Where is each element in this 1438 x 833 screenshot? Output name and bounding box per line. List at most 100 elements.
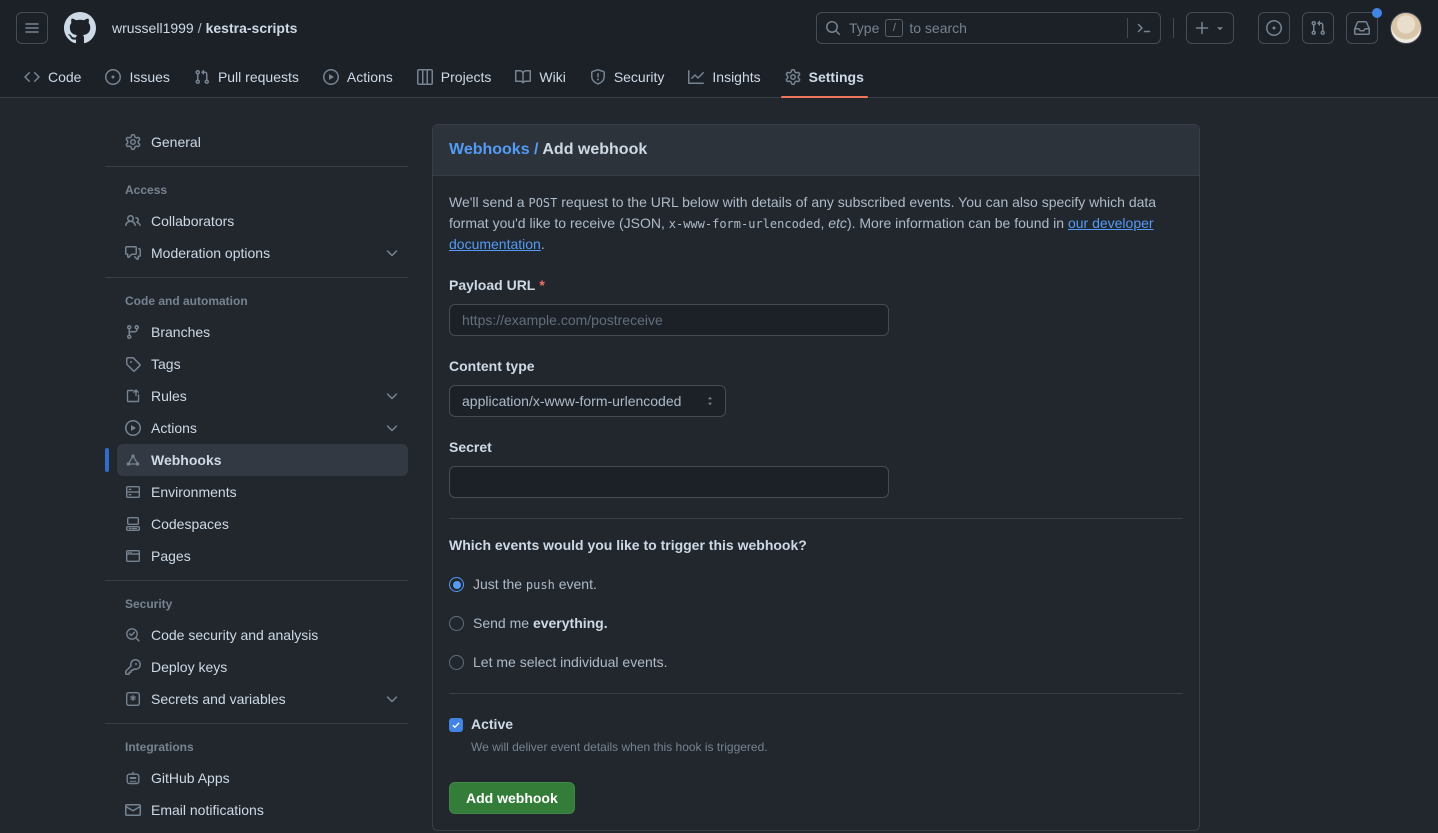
form-divider: [449, 693, 1183, 694]
card-title: Add webhook: [542, 141, 647, 158]
tab-projects[interactable]: Projects: [409, 56, 500, 97]
codescan-icon: [125, 627, 141, 643]
sidebar-item-label: Actions: [151, 420, 197, 436]
app-header: wrussell1999/kestra-scripts Type / to se…: [0, 0, 1438, 98]
global-search-input[interactable]: Type / to search: [816, 12, 1161, 44]
sidebar-item-tags[interactable]: Tags: [117, 348, 408, 380]
inline-code-push: push: [526, 578, 555, 592]
content-type-select[interactable]: application/x-www-form-urlencoded: [449, 385, 726, 417]
tab-code[interactable]: Code: [16, 56, 89, 97]
tab-insights[interactable]: Insights: [680, 56, 768, 97]
breadcrumb-owner-link[interactable]: wrussell1999: [112, 20, 194, 36]
tag-icon: [125, 356, 141, 372]
sidebar-item-actions[interactable]: Actions: [117, 412, 408, 444]
radio-send-everything[interactable]: Send me everything.: [449, 613, 1183, 634]
radio-button-checked[interactable]: [449, 577, 464, 592]
sidebar-item-environments[interactable]: Environments: [117, 476, 408, 508]
sidebar-item-pages[interactable]: Pages: [117, 540, 408, 572]
tab-label: Settings: [809, 69, 864, 85]
radio-individual-events[interactable]: Let me select individual events.: [449, 652, 1183, 673]
tab-wiki[interactable]: Wiki: [507, 56, 573, 97]
play-icon: [125, 420, 141, 436]
sidebar-item-label: GitHub Apps: [151, 770, 230, 786]
sidebar-item-email-notifications[interactable]: Email notifications: [117, 794, 408, 826]
chevron-down-icon: [384, 420, 400, 436]
hubot-icon: [125, 770, 141, 786]
radio-just-push[interactable]: Just the push event.: [449, 574, 1183, 595]
topbar-divider: [1173, 18, 1174, 38]
tab-settings[interactable]: Settings: [777, 56, 872, 97]
server-icon: [125, 484, 141, 500]
payload-url-input[interactable]: [449, 304, 889, 336]
radio-button[interactable]: [449, 655, 464, 670]
issue-opened-icon: [105, 69, 121, 85]
tab-label: Security: [614, 69, 665, 85]
global-topbar: wrussell1999/kestra-scripts Type / to se…: [0, 0, 1438, 56]
sidebar-item-codespaces[interactable]: Codespaces: [117, 508, 408, 540]
add-webhook-button[interactable]: Add webhook: [449, 782, 575, 814]
git-pull-request-icon: [1310, 20, 1326, 36]
issue-opened-icon: [1266, 20, 1282, 36]
active-checkbox[interactable]: [449, 718, 463, 732]
book-icon: [515, 69, 531, 85]
secret-label: Secret: [449, 437, 1183, 458]
gear-icon: [785, 69, 801, 85]
add-webhook-card: Webhooks / Add webhook We'll send a POST…: [432, 124, 1200, 831]
inbox-icon: [1354, 20, 1370, 36]
tab-label: Issues: [129, 69, 169, 85]
sidebar-item-github-apps[interactable]: GitHub Apps: [117, 762, 408, 794]
code-icon: [24, 69, 40, 85]
sidebar-item-general[interactable]: General: [117, 126, 408, 158]
secret-input[interactable]: [449, 466, 889, 498]
git-branch-icon: [125, 324, 141, 340]
breadcrumb: wrussell1999/kestra-scripts: [112, 20, 297, 36]
webhooks-breadcrumb-link[interactable]: Webhooks /: [449, 141, 542, 158]
github-logo[interactable]: [64, 12, 96, 44]
tab-pull-requests[interactable]: Pull requests: [186, 56, 307, 97]
tab-security[interactable]: Security: [582, 56, 673, 97]
github-mark-icon: [64, 12, 96, 44]
sidebar-item-moderation-options[interactable]: Moderation options: [117, 237, 408, 269]
tab-label: Code: [48, 69, 81, 85]
tab-label: Wiki: [539, 69, 565, 85]
sidebar-item-secrets-variables[interactable]: Secrets and variables: [117, 683, 408, 715]
settings-sidebar: General Access Collaborators Moderation …: [105, 124, 408, 826]
sidebar-item-label: Code security and analysis: [151, 627, 318, 643]
user-avatar[interactable]: [1390, 12, 1422, 44]
sidebar-item-deploy-keys[interactable]: Deploy keys: [117, 651, 408, 683]
sidebar-item-rules[interactable]: Rules: [117, 380, 408, 412]
sidebar-item-code-security[interactable]: Code security and analysis: [117, 619, 408, 651]
sidebar-item-label: Deploy keys: [151, 659, 227, 675]
pull-requests-dashboard-button[interactable]: [1302, 12, 1334, 44]
people-icon: [125, 213, 141, 229]
tab-issues[interactable]: Issues: [97, 56, 177, 97]
sidebar-item-label: Codespaces: [151, 516, 229, 532]
unread-notification-dot: [1372, 8, 1382, 18]
issues-dashboard-button[interactable]: [1258, 12, 1290, 44]
sidebar-item-collaborators[interactable]: Collaborators: [117, 205, 408, 237]
global-menu-button[interactable]: [16, 12, 48, 44]
create-new-button[interactable]: [1186, 12, 1234, 44]
graph-icon: [688, 69, 704, 85]
sidebar-item-branches[interactable]: Branches: [117, 316, 408, 348]
tab-actions[interactable]: Actions: [315, 56, 401, 97]
required-asterisk: *: [539, 275, 544, 296]
tab-label: Pull requests: [218, 69, 299, 85]
content-type-selected-value: application/x-www-form-urlencoded: [462, 391, 681, 412]
sidebar-divider: [105, 277, 408, 278]
browser-icon: [125, 548, 141, 564]
italic-etc: etc: [828, 215, 847, 231]
chevron-down-icon: [384, 691, 400, 707]
asterisk-box-icon: [125, 691, 141, 707]
radio-button[interactable]: [449, 616, 464, 631]
caret-down-icon: [1214, 22, 1226, 34]
tab-label: Insights: [712, 69, 760, 85]
form-divider: [449, 518, 1183, 519]
sidebar-section-code-automation: Code and automation: [105, 294, 408, 308]
breadcrumb-repo-link[interactable]: kestra-scripts: [206, 20, 298, 36]
webhook-description: We'll send a POST request to the URL bel…: [449, 192, 1183, 255]
active-checkbox-row[interactable]: Active: [449, 714, 1183, 735]
breadcrumb-separator: /: [198, 20, 202, 36]
sidebar-item-webhooks[interactable]: Webhooks: [117, 444, 408, 476]
command-palette-button[interactable]: [1127, 18, 1152, 38]
